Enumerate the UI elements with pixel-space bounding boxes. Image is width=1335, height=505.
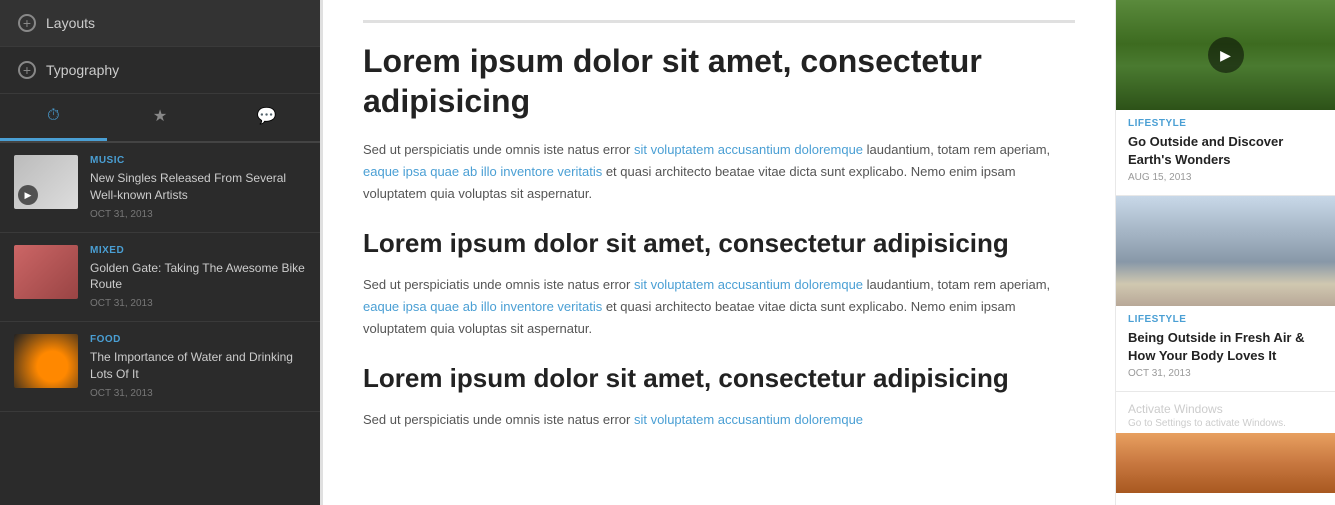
- right-sidebar: ▶ LIFESTYLE Go Outside and Discover Eart…: [1115, 0, 1335, 505]
- top-border: [363, 20, 1075, 23]
- sidebar-item-layouts[interactable]: + Layouts: [0, 0, 320, 47]
- section-body-1: Sed ut perspiciatis unde omnis iste natu…: [363, 139, 1075, 205]
- article-meta: MUSIC New Singles Released From Several …: [90, 155, 306, 220]
- comment-icon: 💬: [257, 106, 277, 126]
- article-category: MIXED: [90, 245, 306, 256]
- tab-comments[interactable]: 💬: [213, 94, 320, 141]
- section-heading-1: Lorem ipsum dolor sit amet, consectetur …: [363, 41, 1075, 121]
- right-thumb-partial: [1116, 433, 1335, 493]
- right-thumb-1: ▶: [1116, 0, 1335, 110]
- right-date-1: AUG 15, 2013: [1128, 172, 1323, 183]
- plus-icon-typography: +: [18, 61, 36, 79]
- list-item[interactable]: MIXED Golden Gate: Taking The Awesome Bi…: [0, 233, 320, 323]
- section-body-2: Sed ut perspiciatis unde omnis iste natu…: [363, 274, 1075, 340]
- left-sidebar: + Layouts + Typography ⏱ ★ 💬 ▶ MUSIC New…: [0, 0, 320, 505]
- right-thumb-2: [1116, 196, 1335, 306]
- article-thumbnail: [14, 245, 78, 299]
- list-item[interactable]: FOOD The Importance of Water and Drinkin…: [0, 322, 320, 412]
- play-overlay-icon: ▶: [1208, 37, 1244, 73]
- sidebar-item-label-layouts: Layouts: [46, 15, 95, 31]
- article-title: The Importance of Water and Drinking Lot…: [90, 349, 306, 383]
- right-category-2: LIFESTYLE: [1128, 314, 1323, 325]
- right-title-1: Go Outside and Discover Earth's Wonders: [1128, 133, 1323, 168]
- list-item[interactable]: ▶ MUSIC New Singles Released From Severa…: [0, 143, 320, 233]
- article-title: Golden Gate: Taking The Awesome Bike Rou…: [90, 260, 306, 294]
- clock-icon: ⏱: [47, 107, 59, 125]
- section-body-3: Sed ut perspiciatis unde omnis iste natu…: [363, 409, 1075, 431]
- activate-windows-subtitle: Go to Settings to activate Windows.: [1128, 418, 1323, 429]
- article-category: MUSIC: [90, 155, 306, 166]
- right-title-2: Being Outside in Fresh Air & How Your Bo…: [1128, 329, 1323, 364]
- activate-windows-notice: Activate Windows Go to Settings to activ…: [1116, 392, 1335, 433]
- sidebar-tabs: ⏱ ★ 💬: [0, 94, 320, 143]
- article-category: FOOD: [90, 334, 306, 345]
- section-heading-3: Lorem ipsum dolor sit amet, consectetur …: [363, 362, 1075, 395]
- article-date: OCT 31, 2013: [90, 298, 306, 309]
- tab-starred[interactable]: ★: [107, 94, 214, 141]
- tab-recent[interactable]: ⏱: [0, 94, 107, 141]
- sidebar-item-label-typography: Typography: [46, 62, 119, 78]
- play-icon: ▶: [18, 185, 38, 205]
- section-heading-2: Lorem ipsum dolor sit amet, consectetur …: [363, 227, 1075, 260]
- article-date: OCT 31, 2013: [90, 209, 306, 220]
- article-meta: FOOD The Importance of Water and Drinkin…: [90, 334, 306, 399]
- right-article-2[interactable]: LIFESTYLE Being Outside in Fresh Air & H…: [1116, 196, 1335, 392]
- article-date: OCT 31, 2013: [90, 388, 306, 399]
- article-thumbnail: ▶: [14, 155, 78, 209]
- main-content: Lorem ipsum dolor sit amet, consectetur …: [320, 0, 1115, 505]
- plus-icon-layouts: +: [18, 14, 36, 32]
- right-category-1: LIFESTYLE: [1128, 118, 1323, 129]
- sidebar-item-typography[interactable]: + Typography: [0, 47, 320, 94]
- article-meta: MIXED Golden Gate: Taking The Awesome Bi…: [90, 245, 306, 310]
- article-title: New Singles Released From Several Well-k…: [90, 170, 306, 204]
- right-article-1[interactable]: ▶ LIFESTYLE Go Outside and Discover Eart…: [1116, 0, 1335, 196]
- activate-windows-title: Activate Windows: [1128, 402, 1323, 416]
- star-icon: ★: [153, 106, 167, 126]
- right-date-2: OCT 31, 2013: [1128, 368, 1323, 379]
- article-thumbnail: [14, 334, 78, 388]
